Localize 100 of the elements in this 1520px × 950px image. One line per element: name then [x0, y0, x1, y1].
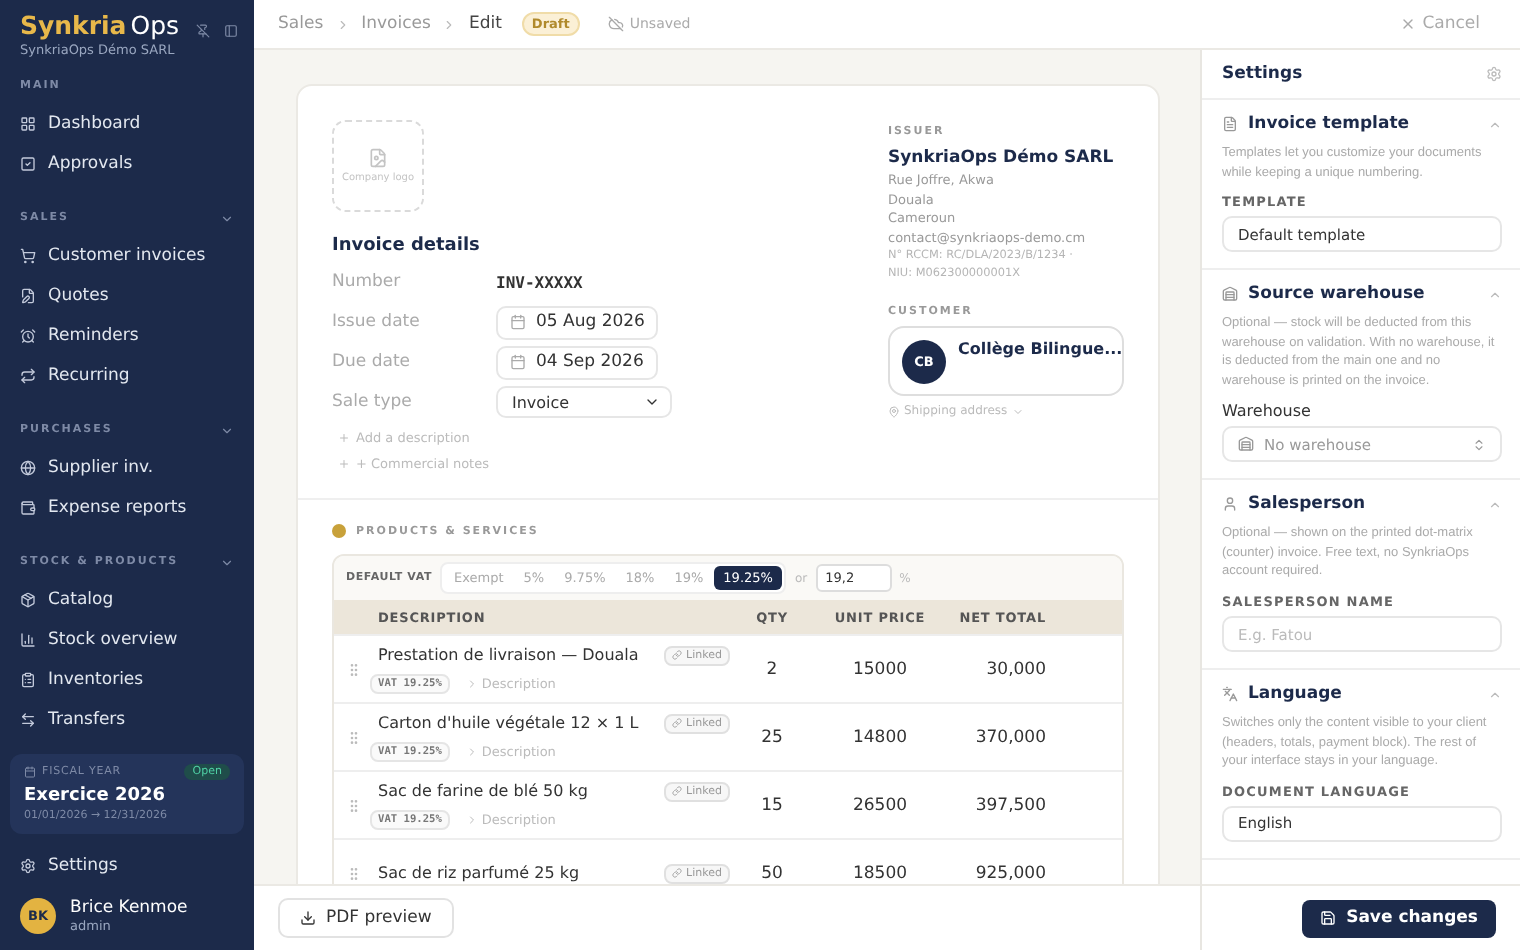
section-icon: [1222, 496, 1238, 512]
section-title: Invoice template: [1248, 114, 1412, 134]
sidebar-item[interactable]: Settings: [0, 846, 254, 886]
nav-icon: [20, 500, 36, 516]
net-total-cell-text: 30,000: [984, 659, 1046, 679]
settings-icon[interactable]: [1486, 66, 1502, 82]
field-label: Sale type: [332, 392, 414, 412]
calendar-icon: [510, 314, 526, 330]
nav-icon: [20, 248, 36, 264]
customer-name: Collège Bilingue...: [958, 340, 1123, 358]
sidebar-item[interactable]: Inventories: [0, 660, 254, 700]
sidebar-item[interactable]: Quotes: [0, 276, 254, 316]
section-title: Invoice details: [332, 236, 482, 256]
warehouse-icon: [1238, 436, 1254, 452]
sidebar-item[interactable]: Catalog: [0, 580, 254, 620]
section-title: Language: [1248, 684, 1344, 704]
plus-icon: [338, 457, 350, 469]
date-field[interactable]: 05 Aug 2026: [496, 305, 659, 339]
chevron-down-icon[interactable]: [220, 211, 234, 225]
item-name: Carton d'huile végétale 12 × 1 L: [378, 714, 639, 732]
up-down-icon: [1472, 437, 1486, 451]
chevron-right-icon: [442, 17, 457, 31]
quantity-cell-text: 15: [759, 795, 785, 815]
chevron-up-icon[interactable]: [1488, 497, 1502, 511]
calendar-icon: [24, 766, 36, 778]
section-title: Salesperson: [1248, 494, 1368, 514]
pdf-preview-button[interactable]: PDF preview: [278, 898, 454, 938]
field-label: Issue date: [332, 312, 422, 332]
item-name: Sac de riz parfumé 25 kg: [378, 864, 580, 882]
unit-price-cell-text: 14800: [850, 727, 910, 747]
sidebar-item[interactable]: Recurring: [0, 356, 254, 396]
panel-title: Settings: [1222, 64, 1303, 84]
net-total-cell-text: 370,000: [973, 727, 1046, 747]
map-pin-icon: [888, 405, 900, 417]
section-icon: [1222, 686, 1238, 702]
quantity-cell-text: 2: [764, 659, 780, 679]
save-changes-button[interactable]: Save changes: [1302, 899, 1496, 937]
sidebar-item[interactable]: Stock overview: [0, 620, 254, 660]
unit-price-cell-text: 26500: [850, 795, 910, 815]
link-icon: [672, 868, 683, 878]
nav-icon: [20, 712, 36, 728]
section-icon: [1222, 116, 1238, 132]
net-total-cell-text: 925,000: [973, 863, 1046, 883]
unit-price-cell-text: 15000: [850, 659, 910, 679]
chevron-up-icon[interactable]: [1488, 117, 1502, 131]
drag-handle-icon[interactable]: [346, 865, 362, 881]
drag-handle-icon[interactable]: [346, 729, 362, 745]
breadcrumb: Edit: [468, 14, 502, 34]
item-name: Prestation de livraison — Douala: [378, 646, 639, 664]
section-icon: [1222, 286, 1238, 302]
nav-icon: [20, 672, 36, 688]
user-name: Brice Kenmoe: [70, 898, 188, 918]
chevron-right-icon: [465, 745, 478, 757]
chevron-down-icon: [644, 394, 660, 410]
sidebar-item[interactable]: Dashboard: [0, 104, 254, 144]
chevron-right-icon: [465, 813, 478, 825]
nav-icon: [20, 460, 36, 476]
issuer-name: SynkriaOps Démo SARL: [888, 148, 1116, 168]
section-title: Source warehouse: [1248, 284, 1427, 304]
nav-icon: [20, 116, 36, 132]
quantity-cell-text: 50: [759, 863, 785, 883]
sidebar-item[interactable]: Transfers: [0, 700, 254, 740]
settings-icon: [20, 858, 36, 874]
nav-icon: [20, 632, 36, 648]
chevron-down-icon[interactable]: [220, 555, 234, 569]
nav-icon: [20, 328, 36, 344]
chevron-up-icon[interactable]: [1488, 687, 1502, 701]
drag-handle-icon[interactable]: [346, 661, 362, 677]
save-icon: [1320, 910, 1337, 926]
image-file-icon: [368, 148, 388, 168]
sale-type-select[interactable]: Invoice: [496, 386, 672, 418]
link-icon: [672, 650, 683, 660]
quantity-cell-text: 25: [759, 727, 785, 747]
sidebar-item[interactable]: Supplier inv.: [0, 448, 254, 488]
panel-icon[interactable]: [224, 24, 238, 38]
pin-off-icon[interactable]: [196, 24, 210, 38]
link-icon: [672, 718, 683, 728]
chevron-down-icon[interactable]: [220, 423, 234, 437]
drag-handle-icon[interactable]: [346, 797, 362, 813]
calendar-icon: [510, 354, 526, 370]
unit-price-cell-text: 18500: [850, 863, 910, 883]
sidebar-item[interactable]: Reminders: [0, 316, 254, 356]
nav-icon: [20, 368, 36, 384]
cloud-off-icon: [607, 16, 624, 32]
chevron-right-icon: [465, 677, 478, 689]
nav-icon: [20, 156, 36, 172]
field-label: Number: [332, 272, 403, 292]
sidebar-item[interactable]: Approvals: [0, 144, 254, 184]
chevron-right-icon: [335, 17, 350, 31]
net-total-cell-text: 397,500: [973, 795, 1046, 815]
date-field[interactable]: 04 Sep 2026: [496, 345, 658, 379]
chevron-up-icon[interactable]: [1488, 287, 1502, 301]
sidebar-item[interactable]: Customer invoices: [0, 236, 254, 276]
field-label: Warehouse: [1222, 402, 1313, 420]
nav-icon: [20, 592, 36, 608]
sidebar-item[interactable]: Expense reports: [0, 488, 254, 528]
nav-icon: [20, 288, 36, 304]
link-icon: [672, 786, 683, 796]
item-name: Sac de farine de blé 50 kg: [378, 782, 588, 800]
chevron-down-icon: [1011, 405, 1024, 417]
